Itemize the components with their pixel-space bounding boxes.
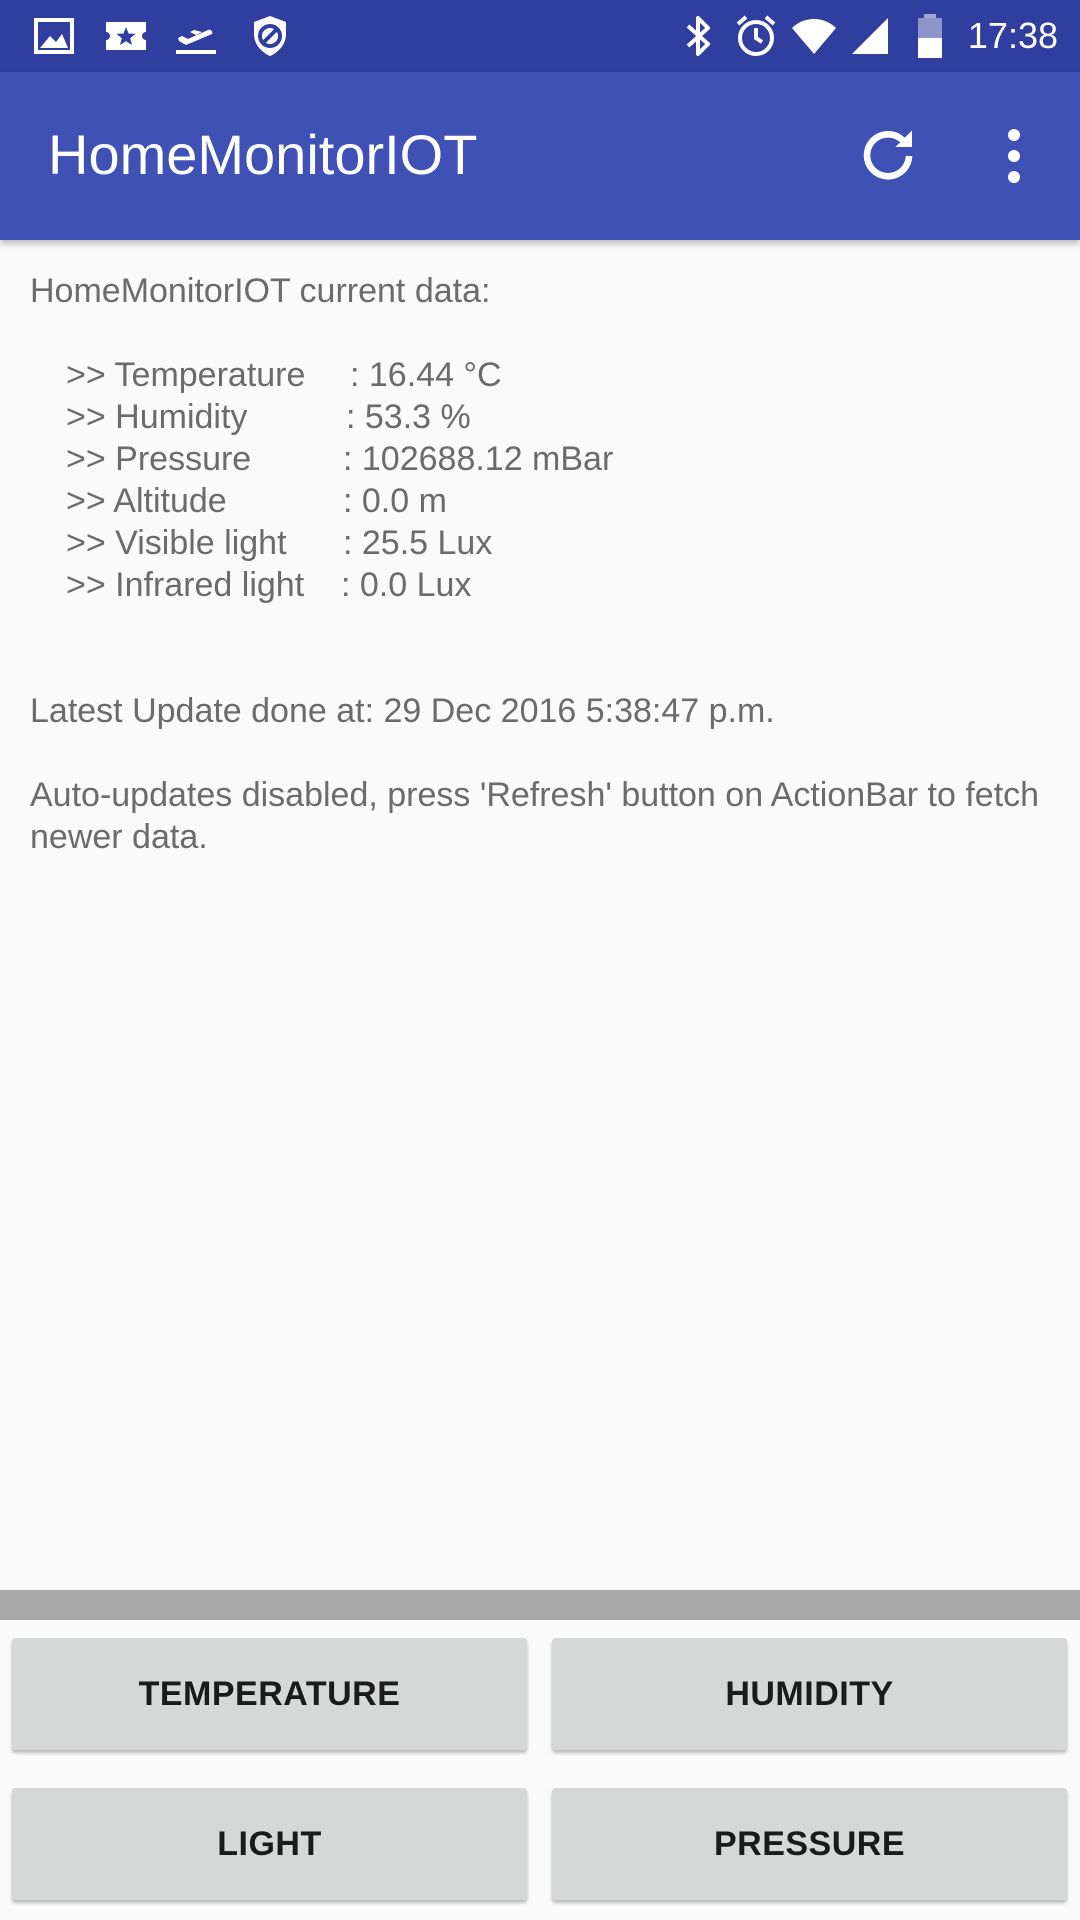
- divider: [0, 1590, 1080, 1620]
- latest-update-text: Latest Update done at: 29 Dec 2016 5:38:…: [30, 692, 775, 730]
- reading-label: >> Humidity: [66, 398, 248, 436]
- shield-block-icon: [254, 16, 286, 56]
- reading-label: >> Altitude: [66, 482, 227, 520]
- reading-altitude: >> Altitude : 0.0 m: [30, 480, 1050, 522]
- status-bar-clock: 17:38: [967, 15, 1058, 56]
- refresh-icon: [863, 130, 913, 180]
- cell-signal-icon: [852, 18, 888, 54]
- reading-label: >> Pressure: [66, 440, 252, 478]
- reading-temperature: >> Temperature : 16.44 °C: [30, 354, 1050, 396]
- ticket-star-icon: [106, 22, 146, 50]
- alarm-icon: [736, 15, 776, 56]
- data-heading: HomeMonitorIOT current data:: [30, 272, 491, 310]
- reading-value: : 53.3 %: [346, 398, 471, 436]
- reading-value: : 102688.12 mBar: [343, 440, 614, 478]
- temperature-button[interactable]: TEMPERATURE: [12, 1638, 527, 1750]
- image-icon: [34, 18, 74, 54]
- reading-value: : 25.5 Lux: [343, 524, 493, 562]
- wifi-icon: [792, 19, 836, 54]
- refresh-button[interactable]: [852, 120, 924, 192]
- pressure-button[interactable]: PRESSURE: [552, 1788, 1067, 1900]
- reading-pressure: >> Pressure : 102688.12 mBar: [30, 438, 1050, 480]
- overflow-menu-icon: [1008, 129, 1020, 183]
- app-title: HomeMonitorIOT: [48, 123, 478, 186]
- reading-visible-light: >> Visible light : 25.5 Lux: [30, 522, 1050, 564]
- reading-value: : 0.0 m: [343, 482, 447, 520]
- airplane-takeoff-icon: [176, 29, 216, 54]
- humidity-button[interactable]: HUMIDITY: [552, 1638, 1067, 1750]
- bluetooth-icon: [686, 16, 710, 56]
- reading-infrared-light: >> Infrared light : 0.0 Lux: [30, 564, 1050, 606]
- reading-value: : 16.44 °C: [350, 356, 502, 394]
- status-bar: 17:38: [0, 0, 1080, 72]
- action-bar: HomeMonitorIOT: [0, 72, 1080, 240]
- reading-value: : 0.0 Lux: [341, 566, 472, 604]
- reading-label: >> Infrared light: [66, 566, 305, 604]
- overflow-menu-button[interactable]: [978, 120, 1050, 192]
- reading-label: >> Temperature: [66, 356, 306, 394]
- data-panel: HomeMonitorIOT current data: >> Temperat…: [30, 270, 1050, 858]
- light-button[interactable]: LIGHT: [12, 1788, 527, 1900]
- battery-icon: [918, 14, 942, 58]
- auto-update-note: Auto-updates disabled, press 'Refresh' b…: [30, 776, 1040, 856]
- reading-humidity: >> Humidity : 53.3 %: [30, 396, 1050, 438]
- reading-label: >> Visible light: [66, 524, 287, 562]
